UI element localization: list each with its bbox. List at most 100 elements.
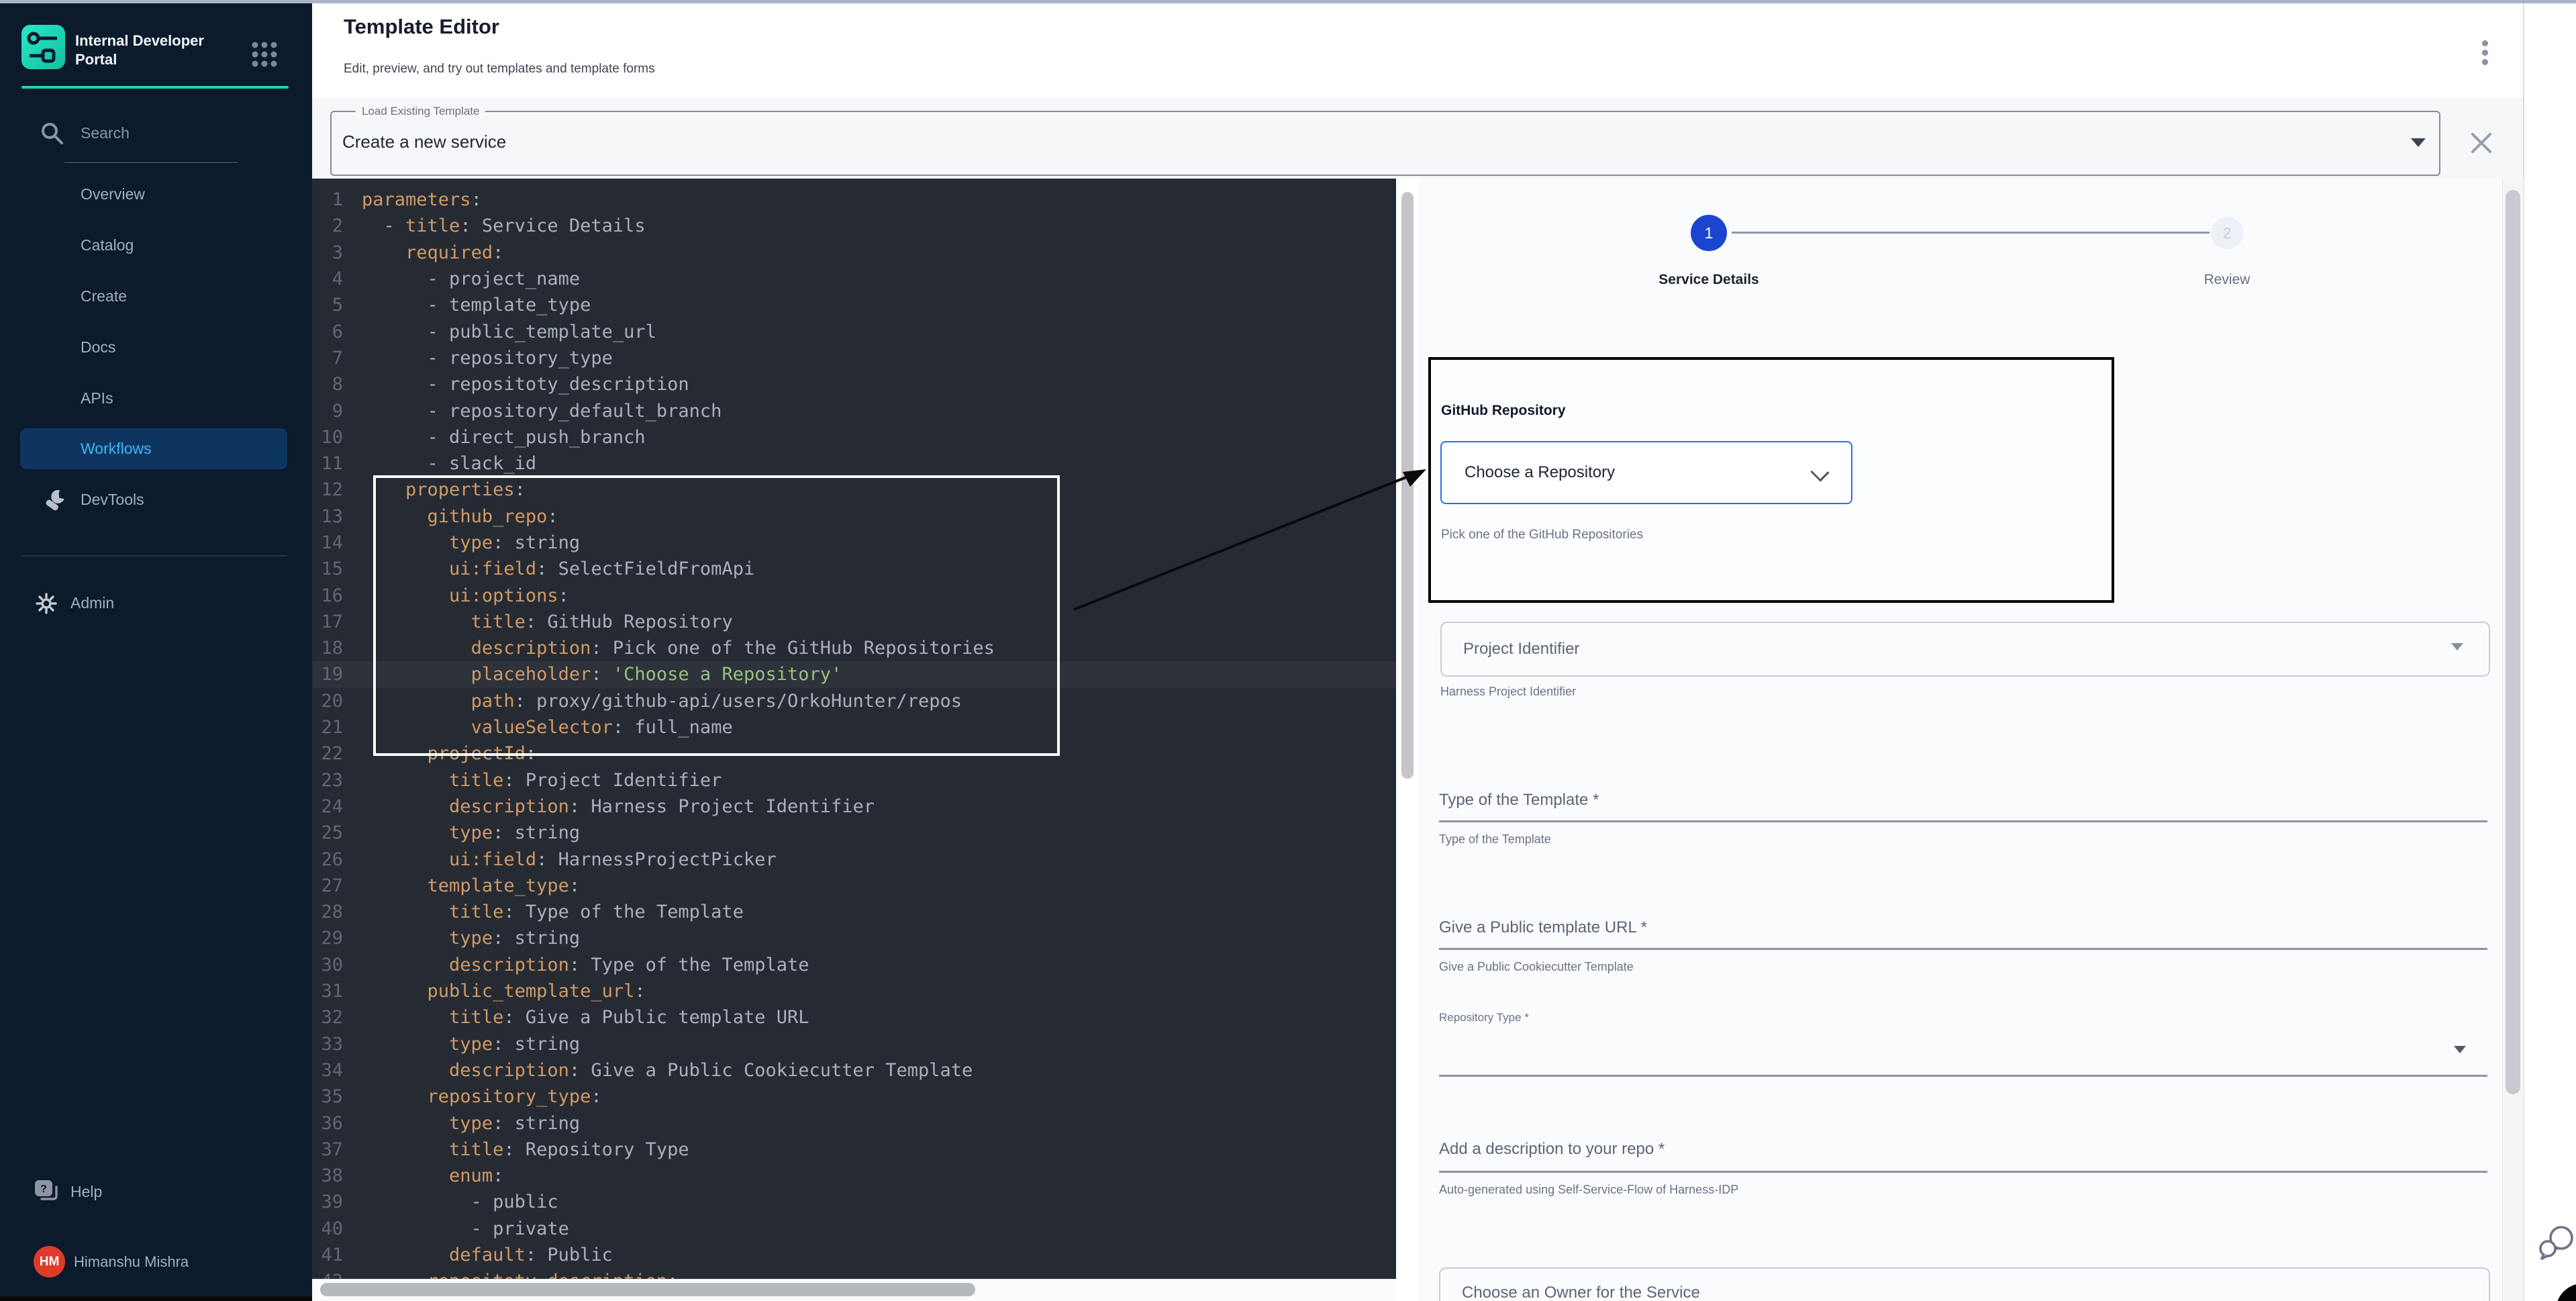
repo-description-input[interactable] — [1439, 1171, 2487, 1173]
line-number: 8 — [312, 374, 343, 395]
code-line-2[interactable]: 2 - title: Service Details — [312, 213, 1396, 239]
code-text: - repository_type — [362, 348, 613, 369]
code-text: title: Give a Public template URL — [362, 1007, 809, 1028]
line-number: 28 — [312, 902, 343, 922]
sidebar-item-create[interactable]: Create — [0, 276, 312, 316]
code-line-25[interactable]: 25 type: string — [312, 820, 1396, 846]
code-text: description: Type of the Template — [362, 955, 809, 975]
code-line-26[interactable]: 26 ui:field: HarnessProjectPicker — [312, 846, 1396, 872]
code-line-5[interactable]: 5 - template_type — [312, 292, 1396, 318]
form-preview-panel — [1418, 179, 2502, 1301]
line-number: 20 — [312, 691, 343, 712]
code-line-9[interactable]: 9 - repository_default_branch — [312, 397, 1396, 424]
line-number: 33 — [312, 1034, 343, 1055]
line-number: 34 — [312, 1060, 343, 1081]
code-text: repository_type: — [362, 1086, 602, 1107]
line-number: 5 — [312, 295, 343, 316]
line-number: 36 — [312, 1113, 343, 1134]
project-identifier-select[interactable]: Project Identifier — [1440, 622, 2490, 677]
code-line-40[interactable]: 40 - private — [312, 1216, 1396, 1242]
owner-select-placeholder: Choose an Owner for the Service — [1462, 1284, 1700, 1301]
code-line-39[interactable]: 39 - public — [312, 1189, 1396, 1215]
line-number: 19 — [312, 664, 343, 685]
code-text: title: Project Identifier — [362, 770, 722, 791]
sidebar-item-admin[interactable]: Admin — [0, 583, 312, 623]
sidebar-item-workflows[interactable]: Workflows — [0, 428, 312, 469]
close-icon[interactable] — [2469, 130, 2494, 156]
code-line-37[interactable]: 37 title: Repository Type — [312, 1137, 1396, 1163]
code-line-41[interactable]: 41 default: Public — [312, 1242, 1396, 1268]
step-2-label: Review — [2160, 272, 2294, 288]
code-line-6[interactable]: 6 - public_template_url — [312, 318, 1396, 344]
code-line-24[interactable]: 24 description: Harness Project Identifi… — [312, 793, 1396, 820]
editor-horizontal-scrollbar[interactable] — [320, 1283, 975, 1296]
line-number: 1 — [312, 189, 343, 210]
page-scrollbar-thumb[interactable] — [2506, 190, 2520, 1094]
code-line-10[interactable]: 10 - direct_push_branch — [312, 424, 1396, 450]
code-line-4[interactable]: 4 - project_name — [312, 266, 1396, 292]
code-line-28[interactable]: 28 title: Type of the Template — [312, 899, 1396, 925]
code-line-33[interactable]: 33 type: string — [312, 1031, 1396, 1057]
search-underline — [64, 162, 238, 163]
editor-vertical-scrollbar[interactable] — [1401, 192, 1414, 779]
sidebar-item-catalog[interactable]: Catalog — [0, 225, 312, 265]
page-subtitle: Edit, preview, and try out templates and… — [344, 62, 655, 77]
line-number: 22 — [312, 743, 343, 764]
code-line-11[interactable]: 11 - slack_id — [312, 450, 1396, 477]
repository-type-select[interactable] — [1439, 1075, 2487, 1077]
code-line-34[interactable]: 34 description: Give a Public Cookiecutt… — [312, 1057, 1396, 1083]
line-number: 13 — [312, 506, 343, 527]
code-text: type: string — [362, 822, 580, 843]
repo-description-field-label: Add a description to your repo * — [1439, 1140, 1665, 1159]
load-existing-template-select[interactable]: Load Existing Template — [330, 105, 2440, 176]
search-input[interactable]: Search — [0, 115, 312, 155]
github-repository-select[interactable]: Choose a Repository — [1440, 441, 1852, 504]
app-logo-icon[interactable] — [21, 25, 65, 69]
template-editor-screen: Internal Developer Portal Search Overvi — [0, 0, 2576, 1301]
step-1-indicator[interactable]: 1 — [1691, 215, 1727, 251]
code-line-36[interactable]: 36 type: string — [312, 1110, 1396, 1136]
line-number: 29 — [312, 928, 343, 949]
avatar[interactable]: HM — [34, 1246, 65, 1278]
code-line-42[interactable]: 42 repositoty_description: — [312, 1268, 1396, 1279]
sidebar-item-devtools[interactable]: DevTools — [0, 479, 312, 520]
code-line-23[interactable]: 23 title: Project Identifier — [312, 767, 1396, 793]
line-number: 24 — [312, 796, 343, 817]
line-number: 17 — [312, 612, 343, 632]
gear-icon — [34, 591, 59, 616]
code-line-8[interactable]: 8 - repositoty_description — [312, 371, 1396, 397]
code-text: public_template_url: — [362, 981, 646, 1002]
code-line-7[interactable]: 7 - repository_type — [312, 345, 1396, 371]
sidebar-item-apis[interactable]: APIs — [0, 378, 312, 418]
code-line-35[interactable]: 35 repository_type: — [312, 1083, 1396, 1110]
code-line-32[interactable]: 32 title: Give a Public template URL — [312, 1004, 1396, 1030]
sidebar-item-overview[interactable]: Overview — [0, 174, 312, 214]
template-type-input[interactable] — [1439, 820, 2487, 822]
search-icon — [39, 120, 66, 147]
line-number: 39 — [312, 1192, 343, 1212]
sidebar-item-help[interactable]: ? Help — [0, 1171, 312, 1212]
code-line-1[interactable]: 1parameters: — [312, 187, 1396, 213]
code-text: - title: Service Details — [362, 215, 646, 236]
kebab-menu-icon[interactable] — [2473, 37, 2497, 70]
github-repository-helper: Pick one of the GitHub Repositories — [1441, 528, 1643, 542]
code-text: description: Give a Public Cookiecutter … — [362, 1060, 973, 1081]
apps-grid-icon[interactable] — [251, 41, 278, 68]
code-line-31[interactable]: 31 public_template_url: — [312, 978, 1396, 1004]
code-text: template_type: — [362, 875, 580, 896]
brand-name: Internal Developer Portal — [75, 32, 243, 69]
help-chat-icon: ? — [34, 1179, 60, 1206]
public-template-url-input[interactable] — [1439, 948, 2487, 950]
repository-type-field-label: Repository Type * — [1439, 1011, 1529, 1024]
step-2-indicator[interactable]: 2 — [2211, 217, 2243, 249]
sidebar-item-docs[interactable]: Docs — [0, 327, 312, 367]
load-template-value: Create a new service — [342, 132, 506, 152]
step-1-label: Service Details — [1608, 272, 1810, 288]
code-line-27[interactable]: 27 template_type: — [312, 873, 1396, 899]
line-number: 21 — [312, 717, 343, 738]
code-line-29[interactable]: 29 type: string — [312, 925, 1396, 951]
code-line-3[interactable]: 3 required: — [312, 240, 1396, 266]
code-line-30[interactable]: 30 description: Type of the Template — [312, 952, 1396, 978]
chat-support-icon[interactable] — [2537, 1222, 2576, 1261]
code-line-38[interactable]: 38 enum: — [312, 1163, 1396, 1189]
